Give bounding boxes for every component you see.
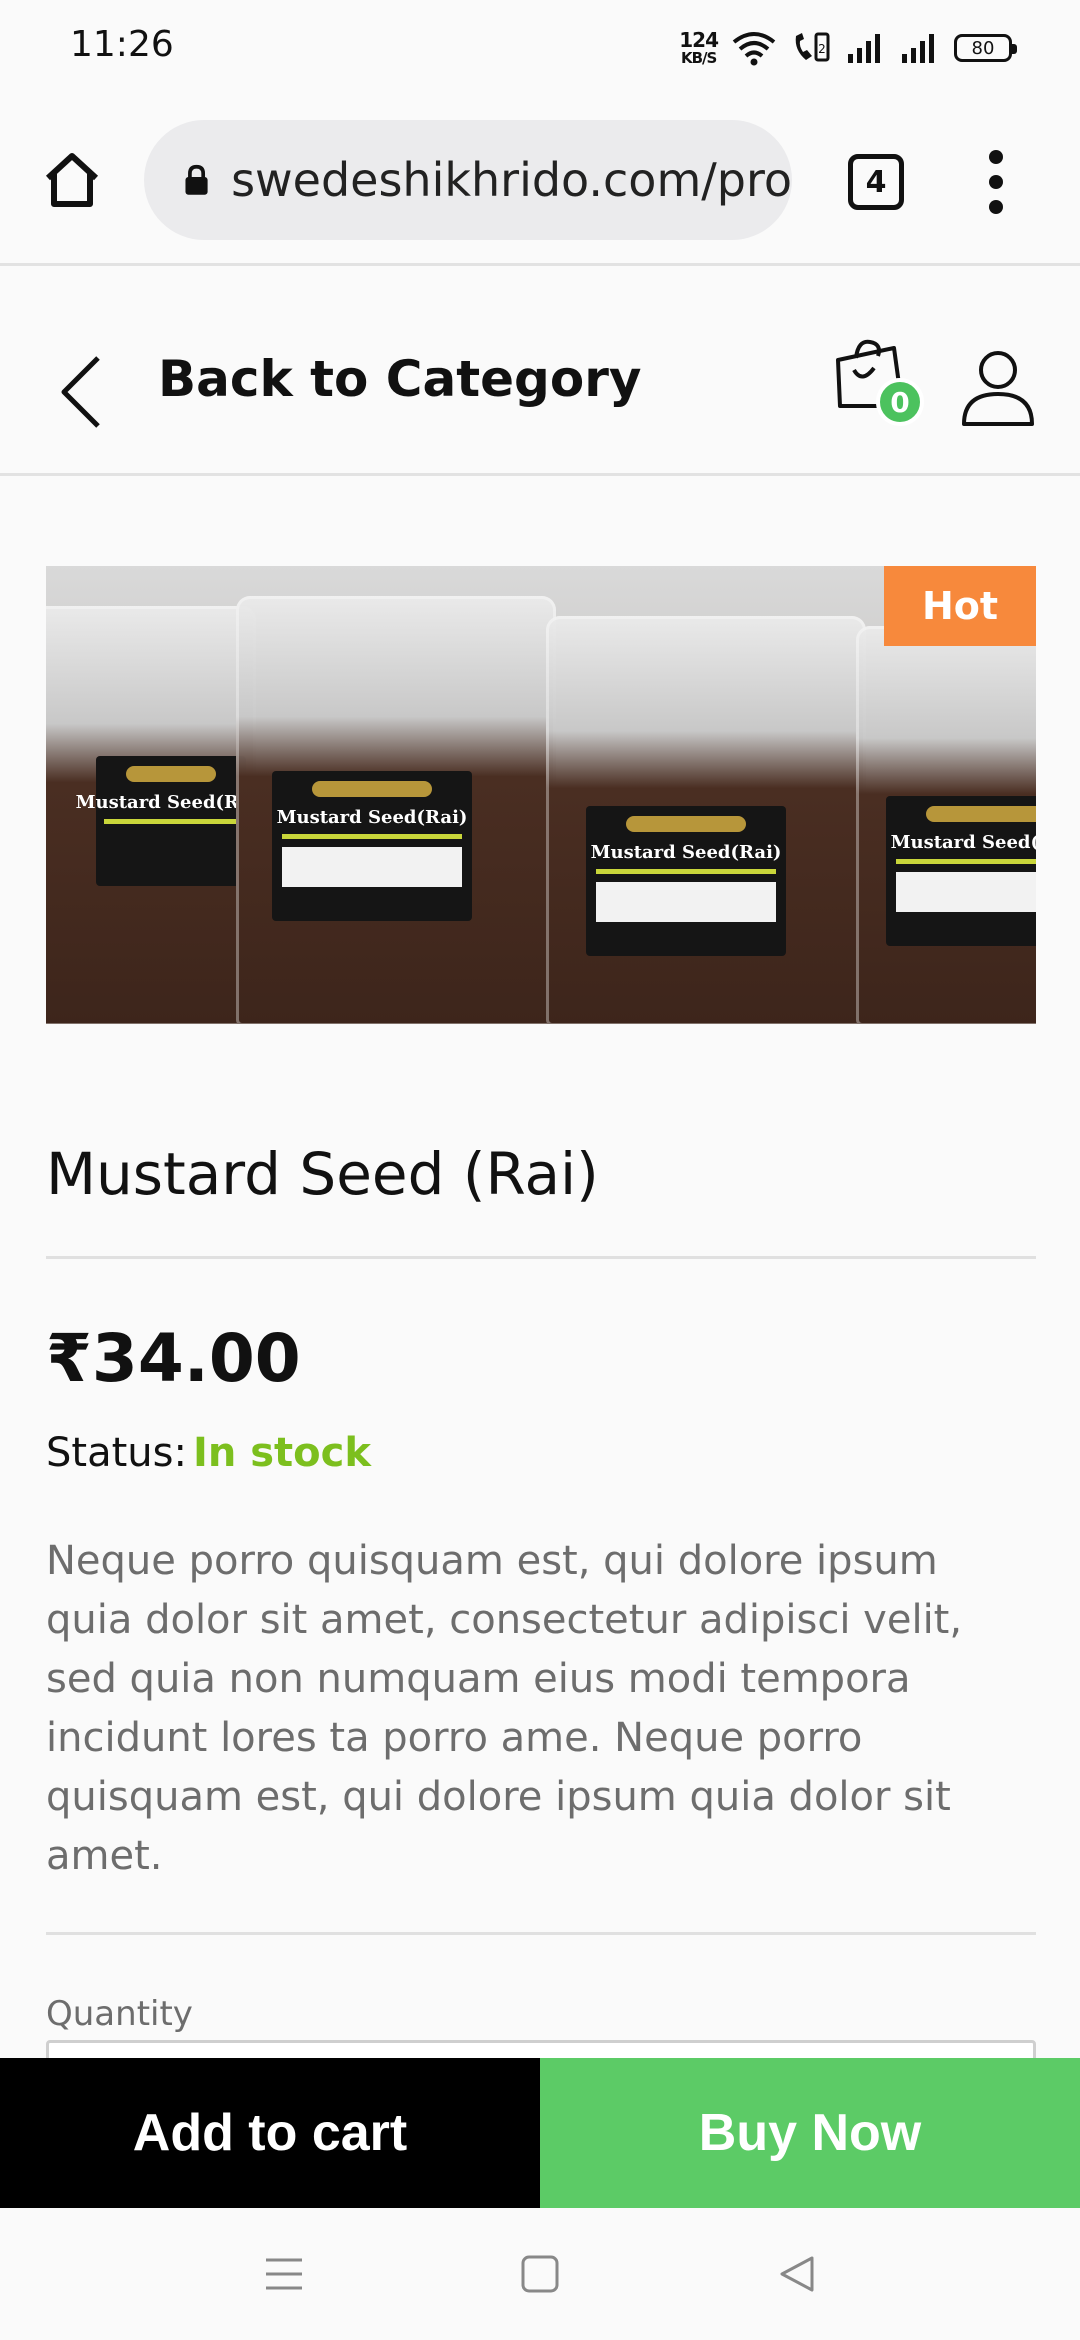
pack-label-text: Mustard Seed(Rai) — [276, 807, 468, 828]
user-icon[interactable] — [960, 348, 1036, 428]
network-speed-value: 124 — [679, 28, 719, 52]
tab-switcher-button[interactable]: 4 — [848, 154, 904, 210]
product-description: Neque porro quisquam est, qui dolore ips… — [46, 1538, 963, 1879]
url-text: swedeshikhrido.com/pro — [231, 153, 792, 207]
stock-status: Status: In stock — [46, 1430, 371, 1476]
wifi-icon — [732, 32, 776, 66]
status-bar: 11:26 124 KB/S 2 80 — [0, 0, 1080, 96]
action-bar: Add to cart Buy Now — [0, 2058, 1080, 2208]
stock-status-value: In stock — [192, 1430, 371, 1476]
network-speed-unit: KB/S — [680, 49, 717, 67]
buy-now-button[interactable]: Buy Now — [540, 2058, 1080, 2208]
lock-icon — [185, 164, 208, 195]
cart-button[interactable]: 0 — [832, 338, 924, 428]
svg-text:2: 2 — [818, 42, 826, 56]
signal-icon — [848, 34, 880, 63]
product-pack: Mustard Seed(Rai) — [236, 596, 556, 1024]
home-square-icon[interactable] — [518, 2252, 562, 2296]
product-pack: Mustard Seed(Rai) — [856, 626, 1036, 1024]
battery-level: 80 — [971, 37, 995, 59]
hot-badge: Hot — [884, 566, 1036, 646]
system-nav-bar — [0, 2208, 1080, 2340]
menu-icon[interactable] — [262, 2252, 306, 2296]
product-price: ₹34.00 — [46, 1320, 301, 1397]
quantity-label: Quantity — [46, 1994, 193, 2034]
divider — [46, 1932, 1036, 1935]
address-bar[interactable]: swedeshikhrido.com/pro — [144, 120, 792, 240]
network-speed: 124 KB/S — [679, 28, 719, 67]
stock-status-label: Status: — [46, 1430, 187, 1476]
divider — [46, 1256, 1036, 1259]
product-pack: Mustard Seed(Rai) — [546, 616, 866, 1024]
add-to-cart-button[interactable]: Add to cart — [0, 2058, 540, 2208]
back-triangle-icon[interactable] — [776, 2252, 820, 2296]
battery-icon: 80 — [954, 34, 1017, 62]
browser-toolbar: swedeshikhrido.com/pro 4 — [0, 96, 1080, 266]
home-icon[interactable] — [40, 148, 104, 212]
back-to-category-link[interactable]: Back to Category — [158, 350, 641, 408]
status-icons: 124 KB/S 2 80 — [679, 26, 1017, 70]
site-header: Back to Category 0 — [0, 266, 1080, 476]
volte-call-icon: 2 — [795, 32, 830, 62]
more-vert-icon[interactable] — [978, 150, 1014, 214]
pack-label-text: Mustard Seed(Rai) — [890, 832, 1036, 853]
pack-label-text: Mustard Seed(Rai) — [590, 842, 782, 863]
status-time: 11:26 — [70, 24, 174, 65]
product-title: Mustard Seed (Rai) — [46, 1140, 599, 1208]
chevron-left-icon[interactable] — [56, 352, 104, 432]
product-pack: Mustard Seed(Rai) — [46, 606, 266, 1024]
signal-icon — [902, 34, 934, 63]
cart-count-badge: 0 — [876, 378, 924, 426]
